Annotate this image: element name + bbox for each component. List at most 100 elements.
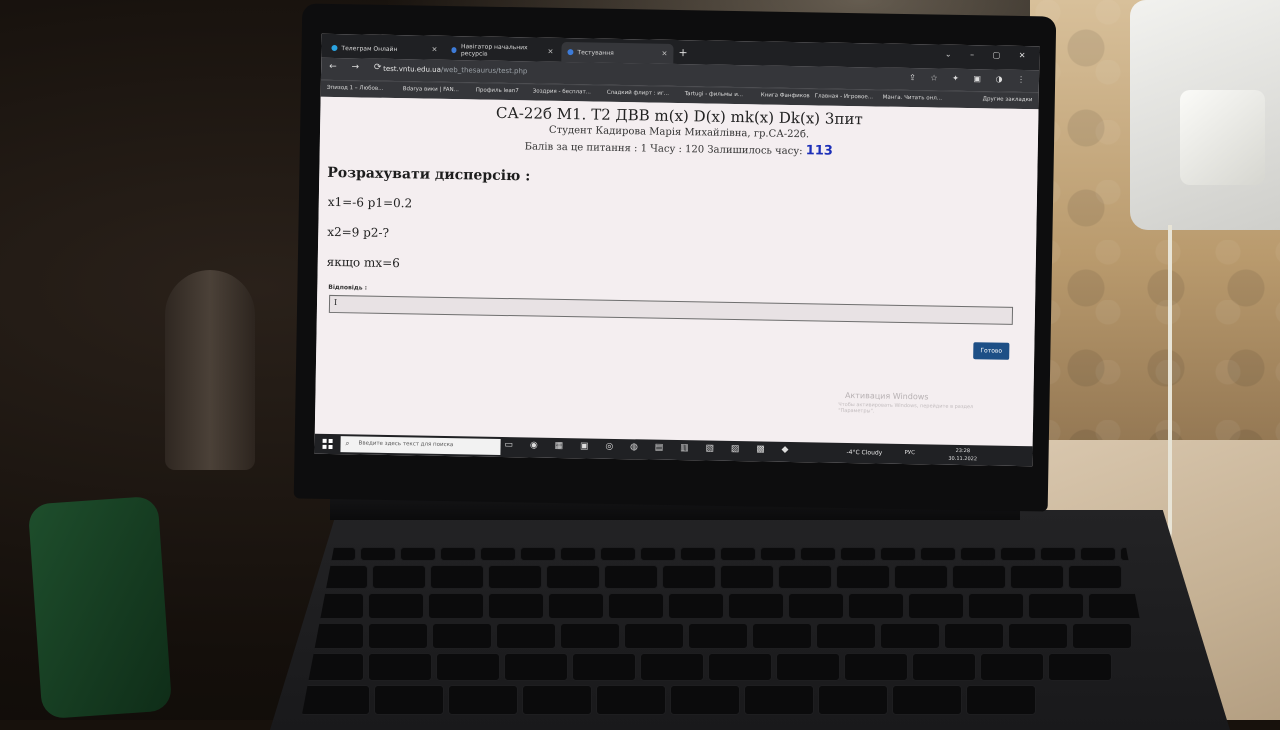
laptop-screen: Телеграм Онлайн ✕ Навігатор начальних ре…: [314, 33, 1040, 467]
keyboard-key: [546, 565, 600, 589]
window-controls[interactable]: ⌄ – ▢ ✕: [945, 50, 1034, 61]
keyboard-key: [400, 547, 436, 561]
bookmark-item[interactable]: Bdarya вики | FAN...: [403, 86, 459, 93]
time-left: 113: [805, 143, 833, 159]
keyboard-key: [1000, 547, 1036, 561]
keyboard-key: [1072, 623, 1132, 649]
keyboard-key: [548, 593, 604, 619]
keyboard-key: [980, 653, 1044, 681]
keyboard-key: [368, 653, 432, 681]
keyboard-key: [1048, 653, 1112, 681]
bookmark-item[interactable]: Профиль lean7: [476, 87, 519, 94]
keyboard-key: [1010, 565, 1064, 589]
taskbar-app-icons[interactable]: ▭ ◉ ▦ ▣ ◎ ◍ ▤ ▥ ▧ ▨ ▩ ◆: [504, 440, 795, 455]
keyboard-key: [752, 623, 812, 649]
question-heading: Розрахувати дисперсію :: [327, 164, 531, 185]
keyboard-key: [488, 565, 542, 589]
tab-navigator[interactable]: Навігатор начальних ресурсів ✕: [445, 40, 559, 62]
bookmark-item[interactable]: Эпизод 1 – Любов...: [327, 85, 384, 92]
keyboard-key: [428, 593, 484, 619]
keyboard-key: [788, 593, 844, 619]
keyboard-key: [952, 565, 1006, 589]
question-line: x2=9 p2-?: [327, 224, 390, 240]
bookmark-item[interactable]: Главная - Игровое...: [815, 93, 873, 100]
keyboard-key: [912, 653, 976, 681]
keyboard-key: [1040, 547, 1076, 561]
keyboard-key: [662, 565, 716, 589]
keyboard-key: [560, 547, 596, 561]
keyboard-key: [596, 685, 666, 715]
keyboard-key: [848, 593, 904, 619]
keyboard-key: [504, 653, 568, 681]
extensions-icons[interactable]: ⇪ ☆ ✦ ▣ ◑ ⋮: [909, 73, 1031, 84]
green-case: [27, 495, 173, 720]
bookmark-item[interactable]: Tartugi - фильмы и...: [685, 91, 743, 98]
keyboard-key: [688, 623, 748, 649]
url-path: /web_thesaurus/test.php: [440, 65, 528, 76]
keyboard-key: [708, 653, 772, 681]
charger-plug: [1180, 90, 1265, 185]
keyboard-key: [668, 593, 724, 619]
clock[interactable]: 23:28 30.11.2022: [948, 447, 977, 463]
keyboard-key: [520, 547, 556, 561]
bookmark-item[interactable]: Зоздрия - бесплат...: [533, 88, 591, 95]
tab-testing[interactable]: Тестування ✕: [561, 41, 674, 64]
windows-start-icon[interactable]: [322, 438, 333, 450]
bookmark-item[interactable]: Другие закладки: [983, 96, 1033, 103]
keyboard-key: [836, 565, 890, 589]
keyboard-key: [720, 547, 756, 561]
page-icon: [567, 49, 574, 56]
language-indicator[interactable]: РУС: [904, 450, 915, 456]
keyboard-key: [448, 685, 518, 715]
keyboard-key: [920, 547, 956, 561]
telegram-icon: [331, 44, 338, 52]
keyboard-key: [572, 653, 636, 681]
clock-date: 30.11.2022: [948, 455, 978, 463]
timing-text: Балів за це питання : 1 Часу : 120 Залиш…: [524, 141, 803, 158]
submit-button[interactable]: Готово: [973, 342, 1010, 360]
keyboard-key: [604, 565, 658, 589]
keyboard-key: [440, 547, 476, 561]
bookmark-item[interactable]: Манга. Читать онл...: [883, 95, 942, 102]
keyboard-key: [372, 565, 426, 589]
test-page: СА-22б М1. Т2 ДВВ m(x) D(x) mk(x) Dk(x) …: [314, 96, 1039, 433]
keyboard-key: [670, 685, 740, 715]
keyboard-key: [1028, 593, 1084, 619]
keyboard-key: [880, 547, 916, 561]
tab-label: Тестування: [577, 48, 614, 57]
keyboard-key: [776, 653, 840, 681]
keyboard-key: [818, 685, 888, 715]
search-icon: ⌕: [345, 439, 350, 448]
close-icon[interactable]: ✕: [432, 46, 438, 54]
bookmark-item[interactable]: Сладкий флирт : иг...: [607, 90, 669, 97]
answer-input[interactable]: I: [328, 294, 1014, 325]
taskbar-search[interactable]: ⌕ Введите здесь текст для поиска: [340, 436, 501, 455]
question-line: якщо mx=6: [326, 254, 400, 271]
url-field[interactable]: test.vntu.edu.ua/web_thesaurus/test.php: [383, 65, 527, 76]
keyboard-key: [760, 547, 796, 561]
new-tab-button[interactable]: +: [678, 46, 687, 59]
keyboard-key: [436, 653, 500, 681]
keyboard-key: [624, 623, 684, 649]
keyboard-key: [608, 593, 664, 619]
keyboard-key: [480, 547, 516, 561]
keyboard-key: [374, 685, 444, 715]
keyboard-key: [560, 623, 620, 649]
tab-telegram[interactable]: Телеграм Онлайн ✕: [325, 38, 443, 60]
keyboard-key: [960, 547, 996, 561]
keyboard-key: [300, 685, 370, 715]
keyboard-key: [778, 565, 832, 589]
navigation-buttons[interactable]: ← → ⟳: [329, 62, 388, 73]
page-icon: [451, 47, 457, 54]
close-icon[interactable]: ✕: [661, 50, 667, 58]
weather-widget[interactable]: -4°C Cloudy: [846, 449, 882, 457]
keyboard-key: [1080, 547, 1116, 561]
keyboard-key: [908, 593, 964, 619]
keyboard-key: [728, 593, 784, 619]
keyboard-key: [844, 653, 908, 681]
keyboard-key: [368, 623, 428, 649]
keyboard-key: [1068, 565, 1122, 589]
bookmark-item[interactable]: Книга Фанфиков: [761, 92, 810, 99]
close-icon[interactable]: ✕: [547, 48, 553, 56]
keyboard-key: [894, 565, 948, 589]
